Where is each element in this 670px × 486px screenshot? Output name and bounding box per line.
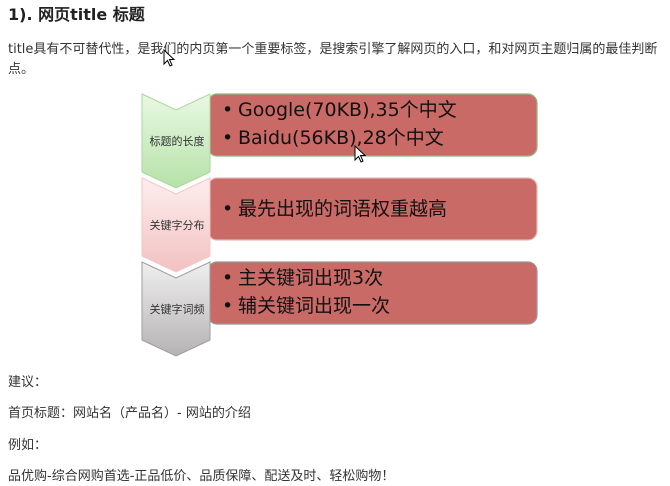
row1-bullet-2: • Baidu(56KB),28个中文 <box>222 124 534 152</box>
bullet-marker: • <box>222 99 234 121</box>
row2-box <box>207 177 538 241</box>
example-label: 例如： <box>8 438 48 453</box>
row2-label: 关键字分布 <box>149 219 205 232</box>
row3-chevron <box>141 261 211 357</box>
row3-bullet-2: • 辅关键词出现一次 <box>222 292 534 320</box>
bullet-marker: • <box>222 198 234 220</box>
home-title-format: 首页标题：网站名（产品名）- 网站的介绍 <box>8 406 251 421</box>
row1-bullet-1: • Google(70KB),35个中文 <box>222 96 534 124</box>
example-text: 品优购-综合网购首选-正品低价、品质保障、配送及时、轻松购物！ <box>8 469 395 484</box>
bullet-marker: • <box>222 267 234 289</box>
row1-box <box>207 93 538 157</box>
row3-bullet-1: • 主关键词出现3次 <box>222 264 534 292</box>
row3-box <box>207 261 538 325</box>
bullet-marker: • <box>222 127 234 149</box>
row2-chevron <box>141 177 211 273</box>
row2-bullet-1: • 最先出现的词语权重越高 <box>222 195 534 223</box>
row3-label: 关键字词频 <box>149 303 205 316</box>
mouse-pointer-icon <box>354 145 367 163</box>
bullet-marker: • <box>222 295 234 317</box>
row1-chevron <box>141 93 211 189</box>
intro-paragraph: title具有不可替代性，是我们的内页第一个重要标签，是搜索引擎了解网页的入口，… <box>8 42 658 77</box>
suggestion-label: 建议： <box>8 375 48 390</box>
section-heading: 1). 网页title 标题 <box>8 5 145 24</box>
row1-label: 标题的长度 <box>149 135 205 148</box>
